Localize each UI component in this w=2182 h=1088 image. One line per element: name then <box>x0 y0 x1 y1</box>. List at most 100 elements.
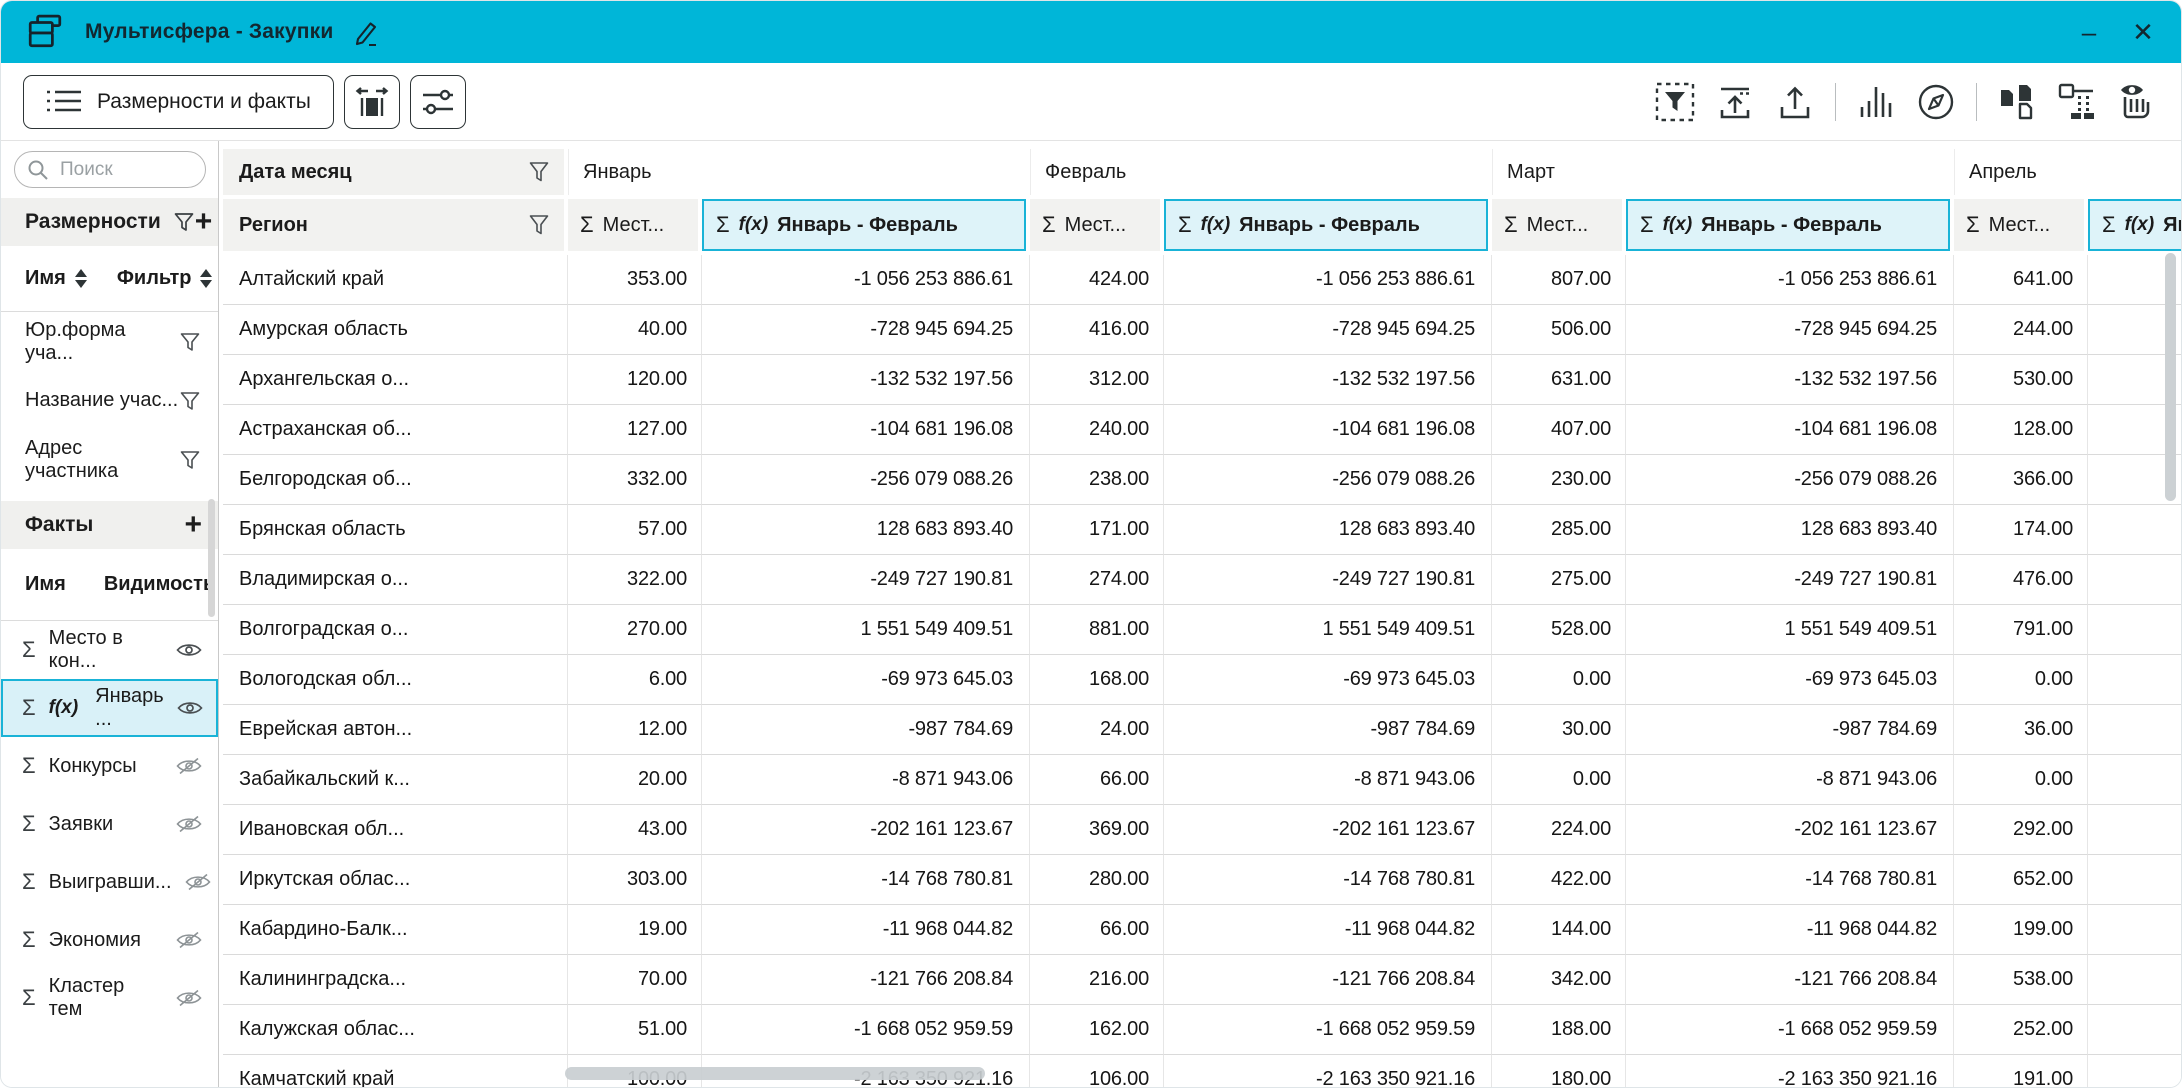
fx-value-cell[interactable]: -249 727 190.81 <box>702 555 1030 605</box>
measure-value-cell[interactable]: 127.00 <box>568 405 702 455</box>
measure-value-cell[interactable]: 19.00 <box>568 905 702 955</box>
fx-value-cell[interactable]: -121 766 208.84 <box>1164 955 1492 1005</box>
fx-value-cell[interactable]: -14 768 780.81 <box>1164 855 1492 905</box>
measure-value-cell[interactable]: 274.00 <box>1030 555 1164 605</box>
fx-value-cell[interactable]: -256 079 088.26 <box>1626 455 1954 505</box>
visibility-toggle[interactable] <box>185 873 211 891</box>
measure-value-cell[interactable]: 180.00 <box>1492 1055 1626 1088</box>
measure-value-cell[interactable]: 424.00 <box>1030 255 1164 305</box>
fx-value-cell[interactable]: -104 681 196.08 <box>702 405 1030 455</box>
measure-value-cell[interactable]: 641.00 <box>1954 255 2088 305</box>
measure-value-cell[interactable]: 270.00 <box>568 605 702 655</box>
fx-value-cell[interactable]: -11 968 044.82 <box>2088 905 2181 955</box>
dimension-list-scrollbar[interactable] <box>208 499 215 617</box>
fx-value-cell[interactable]: -2 163 350 921.16 <box>1626 1055 1954 1088</box>
measure-value-cell[interactable]: 476.00 <box>1954 555 2088 605</box>
measure-value-cell[interactable]: 224.00 <box>1492 805 1626 855</box>
search-input[interactable] <box>58 158 193 182</box>
measure-value-cell[interactable]: 6.00 <box>568 655 702 705</box>
fact-item[interactable]: Σ Выигравши... <box>1 853 218 911</box>
dimensions-sort-filter[interactable]: Фильтр <box>117 267 213 290</box>
fx-value-cell[interactable]: -1 668 052 959.59 <box>2088 1005 2181 1055</box>
measure-column-header[interactable]: Σ Мест... <box>568 199 698 251</box>
measure-value-cell[interactable]: 128.00 <box>1954 405 2088 455</box>
fx-value-cell[interactable]: -987 784.69 <box>2088 705 2181 755</box>
region-cell[interactable]: Владимирская о... <box>223 555 568 605</box>
measure-value-cell[interactable]: 66.00 <box>1030 905 1164 955</box>
dimension-item[interactable]: Юр.форма уча... <box>1 312 218 371</box>
fx-value-cell[interactable]: -728 945 694.25 <box>1164 305 1492 355</box>
measure-column-header[interactable]: Σ Мест... <box>1954 199 2084 251</box>
measure-value-cell[interactable]: 40.00 <box>568 305 702 355</box>
dimension-item[interactable]: Адрес участника <box>1 430 218 489</box>
column-filter-icon[interactable] <box>528 213 550 237</box>
region-cell[interactable]: Ивановская обл... <box>223 805 568 855</box>
measure-value-cell[interactable]: 422.00 <box>1492 855 1626 905</box>
fx-value-cell[interactable]: -132 532 197.56 <box>1164 355 1492 405</box>
region-cell[interactable]: Иркутская облас... <box>223 855 568 905</box>
measure-value-cell[interactable]: 312.00 <box>1030 355 1164 405</box>
measure-column-header[interactable]: Σ Мест... <box>1492 199 1622 251</box>
fx-column-header-selected[interactable]: Σ f(x) Январь - Февраль <box>2088 199 2181 251</box>
dimension-filter-icon[interactable] <box>179 331 201 353</box>
fx-value-cell[interactable]: -8 871 943.06 <box>702 755 1030 805</box>
fx-column-header-selected[interactable]: Σ f(x) Январь - Февраль <box>1164 199 1488 251</box>
measure-value-cell[interactable]: 144.00 <box>1492 905 1626 955</box>
measure-value-cell[interactable]: 342.00 <box>1492 955 1626 1005</box>
region-cell[interactable]: Камчатский край <box>223 1055 568 1088</box>
measure-value-cell[interactable]: 652.00 <box>1954 855 2088 905</box>
measure-value-cell[interactable]: 20.00 <box>568 755 702 805</box>
measure-value-cell[interactable]: 238.00 <box>1030 455 1164 505</box>
measure-value-cell[interactable]: 353.00 <box>568 255 702 305</box>
measure-value-cell[interactable]: 230.00 <box>1492 455 1626 505</box>
fx-value-cell[interactable]: -1 056 253 886.61 <box>702 255 1030 305</box>
fx-value-cell[interactable]: -14 768 780.81 <box>702 855 1030 905</box>
fx-value-cell[interactable]: -728 945 694.25 <box>1626 305 1954 355</box>
visibility-toggle[interactable] <box>176 641 202 659</box>
region-cell[interactable]: Калужская облас... <box>223 1005 568 1055</box>
measure-value-cell[interactable]: 162.00 <box>1030 1005 1164 1055</box>
fx-value-cell[interactable]: -104 681 196.08 <box>1626 405 1954 455</box>
measure-value-cell[interactable]: 174.00 <box>1954 505 2088 555</box>
dimension-item[interactable]: Название учас... <box>1 371 218 430</box>
measure-value-cell[interactable]: 332.00 <box>568 455 702 505</box>
fx-value-cell[interactable]: -249 727 190.81 <box>2088 555 2181 605</box>
fact-item[interactable]: Σ Место в кон... <box>1 621 218 679</box>
month-group-header[interactable]: Февраль <box>1030 149 1488 195</box>
hierarchy-button[interactable] <box>2053 78 2101 126</box>
measure-value-cell[interactable]: 292.00 <box>1954 805 2088 855</box>
fx-value-cell[interactable]: -121 766 208.84 <box>2088 955 2181 1005</box>
region-cell[interactable]: Еврейская автон... <box>223 705 568 755</box>
fx-value-cell[interactable]: -11 968 044.82 <box>702 905 1030 955</box>
measure-value-cell[interactable]: 366.00 <box>1954 455 2088 505</box>
fx-value-cell[interactable]: -202 161 123.67 <box>2088 805 2181 855</box>
measure-value-cell[interactable]: 881.00 <box>1030 605 1164 655</box>
measure-value-cell[interactable]: 252.00 <box>1954 1005 2088 1055</box>
region-header[interactable]: Регион <box>223 199 564 251</box>
settings-sliders-button[interactable] <box>410 75 466 129</box>
measure-value-cell[interactable]: 0.00 <box>1492 655 1626 705</box>
close-button[interactable]: ✕ <box>2123 12 2163 52</box>
fx-value-cell[interactable]: -69 973 645.03 <box>1626 655 1954 705</box>
fx-value-cell[interactable]: -202 161 123.67 <box>702 805 1030 855</box>
fx-value-cell[interactable]: 128 683 893.40 <box>2088 505 2181 555</box>
fact-item[interactable]: Σ Кластер тем <box>1 969 218 1027</box>
measure-column-header[interactable]: Σ Мест... <box>1030 199 1160 251</box>
measure-value-cell[interactable]: 240.00 <box>1030 405 1164 455</box>
fx-value-cell[interactable]: -69 973 645.03 <box>702 655 1030 705</box>
measure-value-cell[interactable]: 538.00 <box>1954 955 2088 1005</box>
fx-value-cell[interactable]: -104 681 196.08 <box>1164 405 1492 455</box>
measure-value-cell[interactable]: 0.00 <box>1954 755 2088 805</box>
measure-value-cell[interactable]: 285.00 <box>1492 505 1626 555</box>
dimensions-filter-icon[interactable] <box>173 211 195 233</box>
measure-value-cell[interactable]: 24.00 <box>1030 705 1164 755</box>
minimize-button[interactable]: – <box>2069 12 2109 52</box>
visibility-toggle[interactable] <box>176 931 202 949</box>
fx-value-cell[interactable]: -1 668 052 959.59 <box>1626 1005 1954 1055</box>
region-cell[interactable]: Кабардино-Балк... <box>223 905 568 955</box>
region-cell[interactable]: Вологодская обл... <box>223 655 568 705</box>
fx-value-cell[interactable]: 128 683 893.40 <box>702 505 1030 555</box>
column-width-button[interactable] <box>344 75 400 129</box>
fx-value-cell[interactable]: -987 784.69 <box>1164 705 1492 755</box>
measure-value-cell[interactable]: 807.00 <box>1492 255 1626 305</box>
